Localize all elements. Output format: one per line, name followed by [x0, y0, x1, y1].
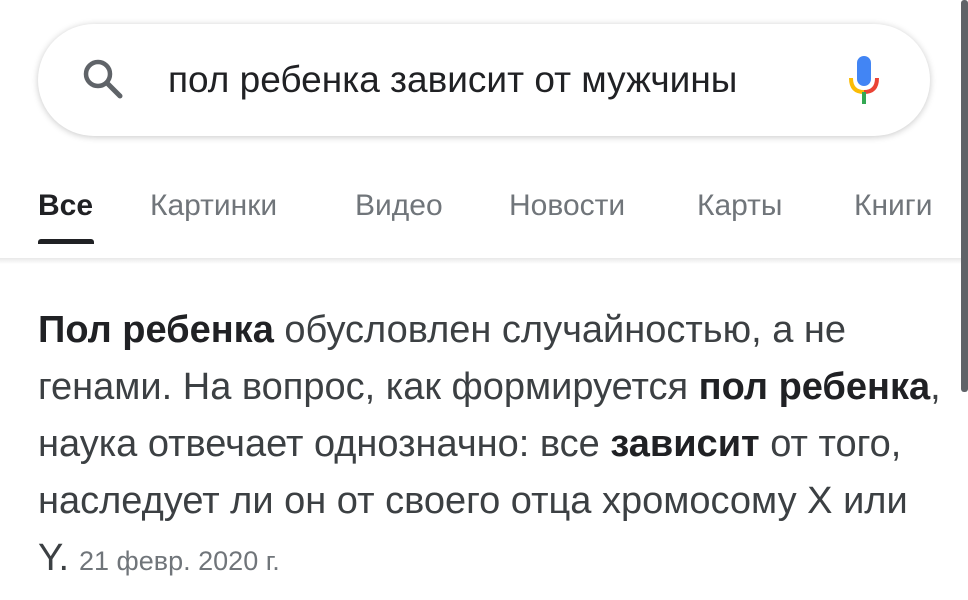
tab-images[interactable]: Картинки	[150, 186, 277, 226]
snippet-bold-text: пол ребенка	[698, 366, 931, 408]
tab-video[interactable]: Видео	[355, 186, 443, 226]
snippet-bold-text: зависит	[610, 423, 760, 465]
snippet-bold-text: Пол ребенка	[38, 309, 274, 351]
search-results-page: пол ребенка зависит от мужчины Все Карти…	[0, 0, 968, 600]
scrollbar[interactable]	[961, 0, 968, 392]
tab-books[interactable]: Книги	[854, 186, 933, 226]
search-icon[interactable]	[80, 56, 126, 102]
tab-news[interactable]: Новости	[509, 186, 625, 226]
divider	[0, 258, 968, 264]
search-bar[interactable]: пол ребенка зависит от мужчины	[38, 24, 930, 136]
snippet-date: 21 февр. 2020 г.	[79, 546, 280, 576]
tab-all[interactable]: Все	[38, 186, 93, 226]
tab-maps[interactable]: Карты	[697, 186, 783, 226]
mic-icon[interactable]	[847, 54, 881, 106]
active-tab-indicator	[38, 239, 94, 244]
featured-snippet: Пол ребенка обусловлен случайностью, а н…	[38, 302, 948, 590]
search-input[interactable]: пол ребенка зависит от мужчины	[168, 58, 737, 102]
search-tabs: Все Картинки Видео Новости Карты Книги	[0, 186, 968, 248]
